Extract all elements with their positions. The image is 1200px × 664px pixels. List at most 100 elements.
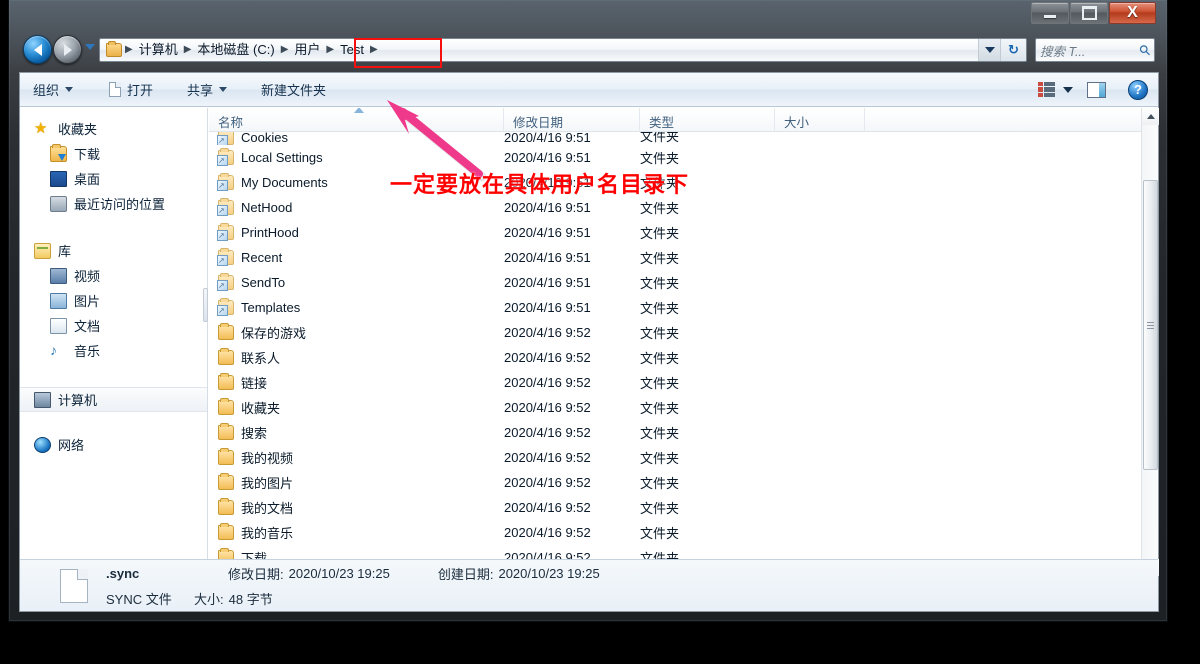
- history-dropdown-icon[interactable]: [85, 44, 95, 50]
- breadcrumb-bar[interactable]: ▶ 计算机 ▶ 本地磁盘 (C:) ▶ 用户 ▶ Test ▶ ↻: [99, 38, 1027, 62]
- chevron-down-icon[interactable]: [978, 39, 1000, 61]
- table-row[interactable]: 链接 2020/4/16 9:52 文件夹: [209, 370, 1158, 395]
- sidebar-item-libraries[interactable]: 库: [20, 238, 207, 263]
- file-type-cell: 文件夹: [640, 451, 680, 466]
- file-type-cell: 文件夹: [640, 326, 680, 341]
- table-row[interactable]: ↗ SendTo 2020/4/16 9:51 文件夹: [209, 270, 1158, 295]
- details-line-1: .sync 修改日期: 2020/10/23 19:25 创建日期: 2020/…: [106, 564, 600, 583]
- breadcrumb-separator-1[interactable]: ▶: [183, 39, 193, 61]
- scroll-up-icon[interactable]: [1142, 108, 1159, 125]
- column-header-size[interactable]: 大小: [775, 108, 865, 132]
- table-row[interactable]: 我的视频 2020/4/16 9:52 文件夹: [209, 445, 1158, 470]
- details-text-block: .sync 修改日期: 2020/10/23 19:25 创建日期: 2020/…: [106, 564, 600, 608]
- sidebar-item-music[interactable]: ♪ 音乐: [20, 338, 207, 363]
- table-row[interactable]: 我的文档 2020/4/16 9:52 文件夹: [209, 495, 1158, 520]
- details-pane: .sync 修改日期: 2020/10/23 19:25 创建日期: 2020/…: [20, 559, 1158, 611]
- breadcrumb: ▶ 计算机 ▶ 本地磁盘 (C:) ▶ 用户 ▶ Test ▶: [100, 39, 978, 61]
- new-folder-button[interactable]: 新建文件夹: [252, 77, 335, 102]
- back-button[interactable]: [23, 35, 52, 64]
- minimize-button[interactable]: [1031, 2, 1069, 24]
- preview-pane-icon[interactable]: [1087, 81, 1106, 98]
- open-button[interactable]: 打开: [100, 77, 162, 102]
- file-type-cell: 文件夹: [640, 376, 680, 391]
- forward-button[interactable]: [53, 35, 82, 64]
- close-button[interactable]: X: [1109, 2, 1156, 24]
- file-name-cell: ↗ Templates: [209, 298, 504, 316]
- sidebar-item-documents[interactable]: 文档: [20, 313, 207, 338]
- column-header-name[interactable]: 名称: [209, 108, 504, 132]
- table-row[interactable]: 保存的游戏 2020/4/16 9:52 文件夹: [209, 320, 1158, 345]
- search-input[interactable]: 搜索 T... ⚲: [1035, 38, 1155, 62]
- file-type-cell: 文件夹: [640, 301, 680, 316]
- open-label: 打开: [127, 83, 154, 98]
- maximize-button[interactable]: [1070, 2, 1108, 24]
- folder-icon: [106, 41, 122, 57]
- table-row[interactable]: ↗ Templates 2020/4/16 9:51 文件夹: [209, 295, 1158, 320]
- table-row[interactable]: 联系人 2020/4/16 9:52 文件夹: [209, 345, 1158, 370]
- table-row[interactable]: ↗ PrintHood 2020/4/16 9:51 文件夹: [209, 220, 1158, 245]
- file-date-cell: 2020/4/16 9:52: [504, 350, 591, 365]
- shortcut-overlay-icon: ↗: [218, 306, 225, 315]
- pictures-library-icon: [50, 292, 67, 309]
- breadcrumb-separator-0: ▶: [125, 44, 133, 55]
- breadcrumb-item-local-disk[interactable]: 本地磁盘 (C:): [192, 39, 279, 61]
- breadcrumb-item-test[interactable]: Test: [335, 39, 369, 61]
- table-row[interactable]: 我的图片 2020/4/16 9:52 文件夹: [209, 470, 1158, 495]
- vertical-scrollbar[interactable]: [1141, 108, 1159, 576]
- breadcrumb-separator-3[interactable]: ▶: [325, 39, 335, 61]
- file-name-label: 收藏夹: [241, 401, 281, 416]
- file-name-cell: 我的音乐: [209, 523, 504, 542]
- shortcut-overlay-icon: ↗: [218, 206, 225, 215]
- file-name-label: 联系人: [241, 351, 281, 366]
- desktop-background: X ▶ 计算机 ▶ 本地磁盘 (C:) ▶ 用户 ▶ Test ▶ ↻ 搜索 T…: [0, 0, 1200, 664]
- star-icon: ★: [34, 119, 48, 137]
- file-type-cell: 文件夹: [640, 132, 680, 144]
- breadcrumb-separator-2[interactable]: ▶: [280, 39, 290, 61]
- file-date-cell: 2020/4/16 9:52: [504, 475, 591, 490]
- table-row[interactable]: 收藏夹 2020/4/16 9:52 文件夹: [209, 395, 1158, 420]
- help-icon[interactable]: ?: [1128, 79, 1148, 100]
- junction-folder-icon: ↗: [217, 132, 234, 145]
- file-type-cell: 文件夹: [640, 251, 680, 266]
- file-name-label: Recent: [241, 250, 283, 265]
- sidebar-item-label: 文档: [74, 319, 101, 334]
- sidebar-item-label: 桌面: [74, 172, 101, 187]
- shortcut-overlay-icon: ↗: [218, 181, 225, 190]
- organize-button[interactable]: 组织: [24, 77, 82, 102]
- column-header-date[interactable]: 修改日期: [504, 108, 640, 132]
- sidebar-item-desktop[interactable]: 桌面: [20, 166, 207, 191]
- file-type-cell: 文件夹: [640, 501, 680, 516]
- breadcrumb-separator-4[interactable]: ▶: [369, 39, 379, 61]
- sidebar-item-network[interactable]: 网络: [20, 432, 207, 457]
- refresh-icon[interactable]: ↻: [1000, 39, 1026, 61]
- column-header-type[interactable]: 类型: [640, 108, 775, 132]
- file-date-cell: 2020/4/16 9:51: [504, 225, 591, 240]
- file-type-cell: 文件夹: [640, 426, 680, 441]
- shortcut-overlay-icon: ↗: [218, 256, 225, 265]
- sidebar-group-favorites: ★ 收藏夹 下载 桌面 最近访问的位置: [20, 116, 207, 216]
- file-date-cell: 2020/4/16 9:51: [504, 250, 591, 265]
- share-button[interactable]: 共享: [178, 77, 236, 102]
- desktop-icon: [50, 170, 67, 187]
- new-folder-label: 新建文件夹: [261, 83, 327, 98]
- table-row[interactable]: 搜索 2020/4/16 9:52 文件夹: [209, 420, 1158, 445]
- file-date-cell: 2020/4/16 9:52: [504, 425, 591, 440]
- breadcrumb-item-computer[interactable]: 计算机: [134, 39, 183, 61]
- table-row[interactable]: ↗ Cookies 2020/4/16 9:51 文件夹: [209, 132, 1158, 145]
- sidebar-item-computer[interactable]: 计算机: [20, 387, 207, 412]
- table-row[interactable]: 我的音乐 2020/4/16 9:52 文件夹: [209, 520, 1158, 545]
- file-date-cell: 2020/4/16 9:51: [504, 132, 591, 145]
- chevron-down-icon[interactable]: [1063, 86, 1073, 93]
- breadcrumb-item-users[interactable]: 用户: [289, 39, 325, 61]
- table-row[interactable]: ↗ Recent 2020/4/16 9:51 文件夹: [209, 245, 1158, 270]
- sidebar-item-recent-places[interactable]: 最近访问的位置: [20, 191, 207, 216]
- file-name-label: PrintHood: [241, 225, 299, 240]
- file-name-label: 我的图片: [241, 476, 294, 491]
- navigation-pane-splitter[interactable]: [203, 288, 208, 322]
- sidebar-item-favorites[interactable]: ★ 收藏夹: [20, 116, 207, 141]
- sidebar-item-videos[interactable]: 视频: [20, 263, 207, 288]
- view-options-icon[interactable]: [1038, 82, 1055, 97]
- sidebar-item-pictures[interactable]: 图片: [20, 288, 207, 313]
- scrollbar-thumb[interactable]: [1143, 180, 1158, 470]
- sidebar-item-downloads[interactable]: 下载: [20, 141, 207, 166]
